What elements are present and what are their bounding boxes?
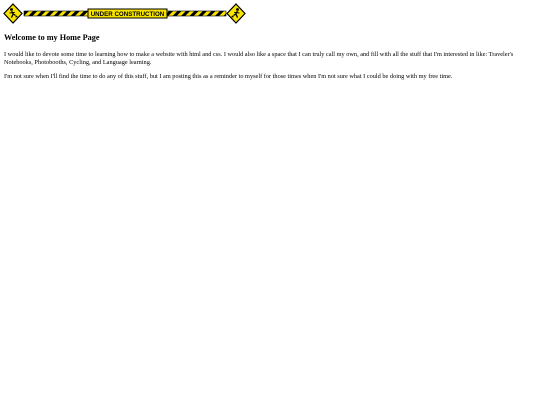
worker-sign-left-icon: [3, 3, 23, 24]
under-construction-banner: UNDER CONSTRUCTION: [3, 3, 246, 24]
intro-paragraph: I would like to devote some time to lear…: [4, 51, 514, 66]
page-heading: Welcome to my Home Page: [4, 33, 100, 42]
reminder-paragraph: I'm not sure when I'll find the time to …: [4, 73, 453, 80]
construction-label-text: UNDER CONSTRUCTION: [91, 11, 165, 18]
worker-sign-right-icon: [226, 3, 246, 24]
main-content: Welcome to my Home Page I would like to …: [4, 33, 534, 87]
hazard-tape-left: [23, 10, 89, 17]
hazard-tape-right: [166, 10, 227, 17]
